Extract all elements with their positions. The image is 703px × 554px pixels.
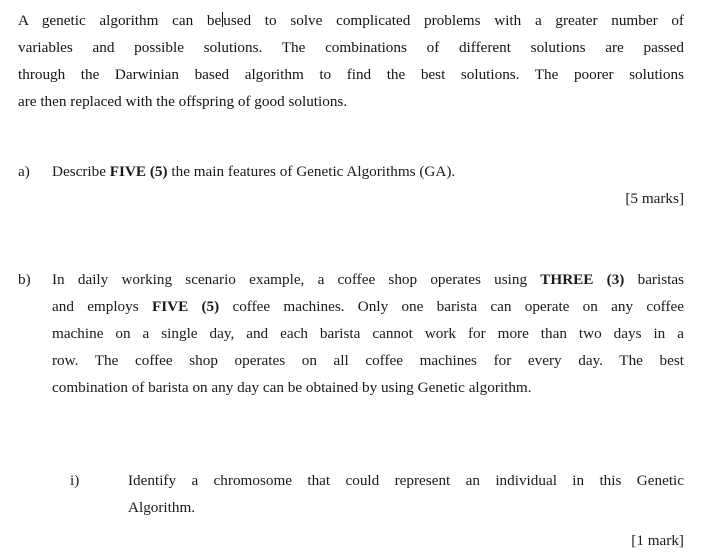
intro-line-1-before-caret: A genetic algorithm can be [18,12,222,29]
intro-line-1-after-caret: used to solve complicated problems with … [223,12,684,29]
question-b-line-4: row. The coffee shop operates on all cof… [52,352,684,369]
question-b-line-2: and employs FIVE (5) coffee machines. On… [52,293,684,320]
question-a-text-2: the main features of Genetic Algorithms … [167,163,456,180]
question-b-i-line-2: Algorithm. [128,499,196,516]
document-page: A genetic algorithm can be used to solve … [0,0,703,553]
question-a-bold-five: FIVE (5) [109,163,168,180]
question-b-i-line-1: Identify a chromosome that could represe… [128,472,684,489]
question-b-text-2b: coffee machines. Only one barista can op… [219,298,684,315]
question-a-body: Describe FIVE (5) the main features of G… [52,158,684,185]
intro-line-1: A genetic algorithm can be used to solve … [18,7,684,34]
question-b-text-2a: and employs [52,298,152,315]
question-b-i-body: Identify a chromosome that could represe… [128,467,684,521]
question-b-label: b) [18,271,31,288]
question-b-line-5: combination of barista on any day can be… [52,379,532,396]
question-b-text-1b: baristas [624,271,684,288]
question-b-text-1a: In daily working scenario example, a cof… [52,271,541,288]
question-b-body: In daily working scenario example, a cof… [52,266,684,401]
question-a-text-1: Describe [52,163,110,180]
question-b-bold-five: FIVE (5) [151,298,220,315]
intro-line-4: are then replaced with the offspring of … [18,93,348,110]
question-b-i-label: i) [70,472,80,489]
intro-line-3: through the Darwinian based algorithm to… [18,66,684,83]
question-b-i-marks: [1 mark] [631,532,684,549]
intro-line-2: variables and possible solutions. The co… [18,39,684,56]
intro-paragraph: A genetic algorithm can be used to solve … [18,7,684,115]
question-a-marks: [5 marks] [625,190,684,207]
question-a-line-1: Describe FIVE (5) the main features of G… [52,163,455,180]
question-b-line-1: In daily working scenario example, a cof… [52,266,684,293]
question-a-label: a) [18,163,30,180]
question-b-line-3: machine on a single day, and each barist… [52,325,684,342]
question-b-bold-three: THREE (3) [540,271,625,288]
